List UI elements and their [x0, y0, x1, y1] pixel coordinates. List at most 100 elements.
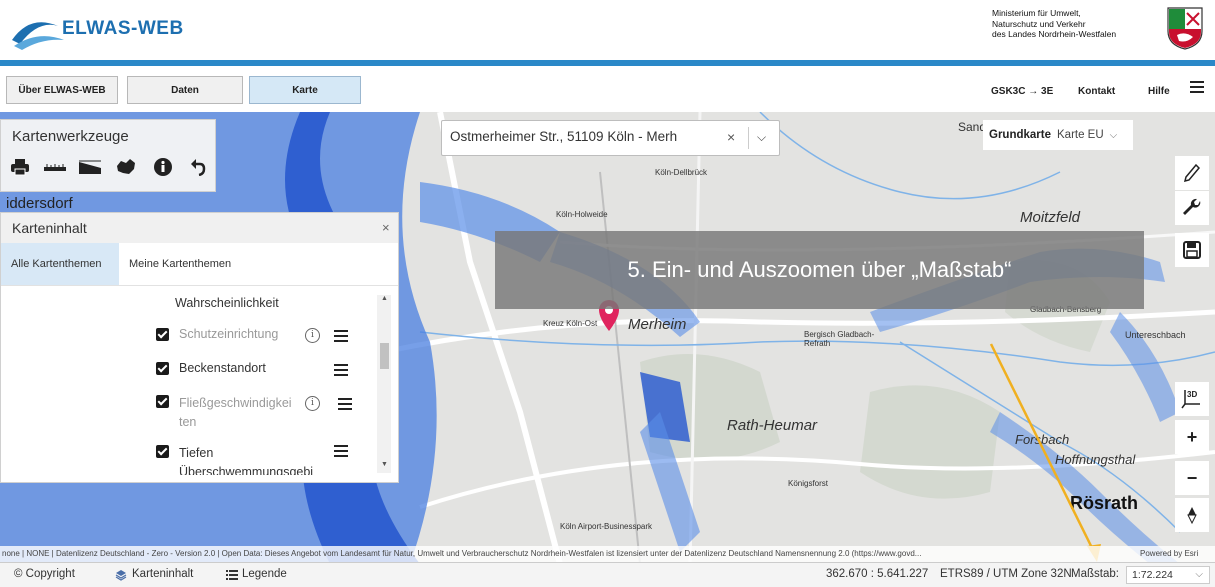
layer-label: Schutzeinrichtung [179, 327, 279, 341]
nrw-icon[interactable] [115, 156, 137, 178]
compass-icon[interactable] [1175, 498, 1209, 532]
list-icon [226, 570, 238, 583]
3d-label: 3D [1187, 390, 1198, 399]
search-divider [748, 127, 749, 149]
scale-label: Maßstab: [1071, 568, 1119, 580]
scrollbar-thumb[interactable] [380, 343, 389, 369]
map-label: Köln Airport-Businesspark [560, 522, 653, 531]
layer-item-beckenstandort: Beckenstandort [156, 361, 266, 375]
ministry-line: Ministerium für Umwelt, [992, 8, 1081, 18]
map-label: Köln-Holweide [556, 210, 608, 219]
map-label: Kreuz Köln-Ost [543, 319, 598, 328]
attribution-text: none | NONE | Datenlizenz Deutschland - … [2, 549, 922, 558]
print-icon[interactable] [9, 156, 31, 178]
powered-by-link[interactable]: Powered by Esri [1140, 546, 1198, 562]
map-label: Rath-Heumar [727, 417, 818, 434]
logo-text: ELWAS-WEB [62, 18, 184, 39]
save-icon[interactable] [1175, 233, 1209, 267]
map-label: Köln-Dellbrück [655, 168, 708, 177]
address-search-box: × ⌵ [441, 120, 780, 156]
chevron-down-icon[interactable]: ⌵ [757, 130, 766, 145]
layers-icon [115, 569, 127, 584]
info-icon[interactable] [152, 156, 174, 178]
app-header: ELWAS-WEB Ministerium für Umwelt, Naturs… [0, 0, 1215, 60]
map-attribution: none | NONE | Datenlizenz Deutschland - … [0, 546, 1215, 562]
layer-checkbox[interactable] [156, 395, 169, 408]
layer-checkbox[interactable] [156, 445, 169, 458]
layer-checkbox[interactable] [156, 362, 169, 375]
layer-item-tiefen: Tiefen Überschwemmungsgebi [156, 444, 313, 475]
statusbar-legend-button[interactable]: Legende [242, 568, 287, 580]
layer-label: Beckenstandort [179, 361, 266, 375]
chevron-down-icon: ⌵ [1195, 569, 1203, 580]
copyright-link[interactable]: © Copyright [14, 568, 75, 580]
map-label: Königsforst [788, 479, 829, 488]
layer-menu-icon[interactable] [338, 398, 352, 410]
scroll-up-icon[interactable]: ▲ [381, 295, 388, 302]
tools-panel-title: Kartenwerkzeuge [12, 128, 129, 145]
ministry-line: des Landes Nordrhein-Westfalen [992, 29, 1117, 39]
scroll-down-icon[interactable]: ▼ [381, 461, 388, 468]
hamburger-menu-icon[interactable] [1190, 81, 1204, 95]
layer-item-fliessgeschwindigkeiten: Fließgeschwindigkei ten [156, 394, 292, 432]
map-label: Untereschbach [1125, 330, 1186, 340]
clear-search-icon[interactable]: × [727, 129, 735, 145]
info-circle-icon[interactable]: i [305, 328, 320, 343]
main-nav: Über ELWAS-WEB Daten Karte GSK3C → 3E Ko… [0, 66, 1215, 113]
map-label: Merheim [628, 316, 687, 333]
undo-icon[interactable] [187, 156, 209, 178]
content-panel-title: Karteninhalt [12, 220, 87, 236]
search-input[interactable] [450, 129, 720, 144]
map-label: iddersdorf [6, 195, 73, 212]
layer-list-scrollbar[interactable] [377, 295, 391, 473]
layer-item-schutzeinrichtung: Schutzeinrichtung [156, 327, 278, 341]
layer-list: Wahrscheinlichkeit Schutzeinrichtung i B… [1, 285, 398, 475]
content-panel-header: Karteninhalt × [1, 213, 398, 243]
layer-label-line: Tiefen [179, 446, 214, 460]
wrench-icon[interactable] [1175, 191, 1209, 225]
layer-checkbox[interactable] [156, 328, 169, 341]
map-tools-panel: Kartenwerkzeuge [0, 119, 216, 192]
statusbar-karteninhalt-button[interactable]: Karteninhalt [132, 568, 193, 580]
tab-all-themes[interactable]: Alle Kartenthemen [1, 243, 119, 285]
layer-menu-icon[interactable] [334, 364, 348, 376]
layer-label-line: Überschwemmungsgebi [179, 465, 314, 475]
tab-my-themes[interactable]: Meine Kartenthemen [119, 243, 259, 285]
measure-area-icon[interactable] [79, 156, 101, 178]
content-tabs: Alle Kartenthemen Meine Kartenthemen [1, 243, 398, 286]
coordinate-readout: 362.670 : 5.641.227 [826, 568, 929, 580]
nav-link-contact[interactable]: Kontakt [1078, 86, 1115, 97]
zoom-in-button[interactable]: + [1175, 420, 1209, 454]
layer-label: Tiefen Überschwemmungsgebi [179, 444, 313, 475]
close-icon[interactable]: × [382, 220, 390, 235]
ministry-line: Naturschutz und Verkehr [992, 18, 1086, 29]
layer-menu-icon[interactable] [334, 330, 348, 342]
scale-select[interactable]: 1:72.224 ⌵ [1126, 566, 1210, 584]
3d-view-icon[interactable]: 3D [1175, 382, 1209, 416]
layer-label-line: ten [179, 415, 197, 429]
nav-link-help[interactable]: Hilfe [1148, 86, 1170, 97]
basemap-selector[interactable]: Grundkarte Karte EU ⌵ [983, 120, 1133, 150]
info-circle-icon[interactable]: i [305, 396, 320, 411]
chevron-down-icon[interactable]: ⌵ [1110, 130, 1118, 141]
ministry-name: Ministerium für Umwelt, Naturschutz und … [992, 8, 1152, 40]
basemap-label: Grundkarte [989, 129, 1051, 141]
tutorial-arrow [989, 343, 1101, 562]
nav-link-converter[interactable]: GSK3C → 3E [991, 86, 1053, 97]
layer-label-line: Fließgeschwindigkei [179, 396, 292, 410]
map-label: Sand [958, 120, 987, 134]
map-content-panel: Karteninhalt × Alle Kartenthemen Meine K… [0, 212, 399, 483]
nav-tab-map[interactable]: Karte [249, 76, 361, 104]
nrw-crest-icon [1167, 7, 1203, 50]
basemap-value[interactable]: Karte EU [1057, 129, 1104, 141]
edit-pencil-icon[interactable] [1175, 156, 1209, 190]
nav-tab-about[interactable]: Über ELWAS-WEB [6, 76, 118, 104]
layer-label: Fließgeschwindigkei ten [179, 394, 292, 432]
nav-tab-data[interactable]: Daten [127, 76, 243, 104]
scale-value: 1:72.224 [1132, 569, 1173, 581]
zoom-out-button[interactable]: − [1175, 461, 1209, 495]
tutorial-step-banner: 5. Ein- und Auszoomen über „Maßstab“ [495, 231, 1144, 309]
measure-distance-icon[interactable] [44, 156, 66, 178]
layer-menu-icon[interactable] [334, 445, 348, 457]
crs-readout: ETRS89 / UTM Zone 32N [940, 568, 1072, 580]
